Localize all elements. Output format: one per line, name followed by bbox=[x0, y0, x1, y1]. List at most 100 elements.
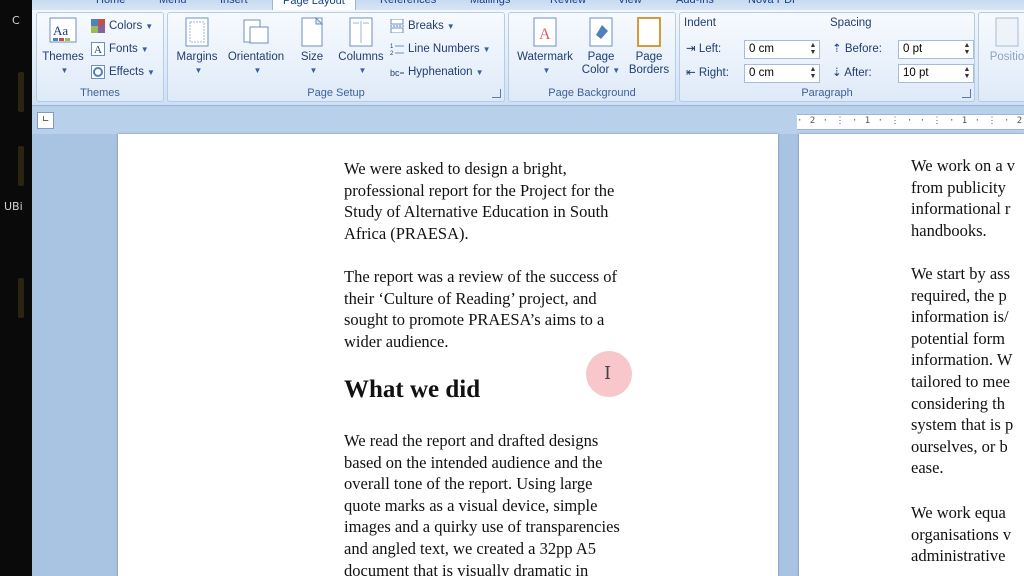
effects-button[interactable]: Effects ▼ bbox=[91, 63, 155, 81]
spacing-before-row: ⇡ Before: bbox=[832, 43, 882, 55]
watermark-icon: A bbox=[531, 17, 559, 49]
spinner-arrows-icon[interactable]: ▲ ▼ bbox=[809, 42, 817, 57]
arrange-group: Positio bbox=[978, 12, 1024, 102]
spacing-after-icon: ⇣ bbox=[832, 67, 842, 79]
paragraph-launcher-icon[interactable] bbox=[962, 89, 971, 98]
page-borders-icon bbox=[635, 17, 663, 49]
document-area: We were asked to design a bright, profes… bbox=[32, 134, 1024, 576]
themes-button-label: Themes bbox=[42, 51, 84, 63]
page-borders-button[interactable]: Page Borders bbox=[625, 17, 673, 77]
breaks-button[interactable]: Breaks ▼ bbox=[390, 17, 455, 35]
watermark-button[interactable]: A Watermark ▼ bbox=[513, 17, 577, 77]
paragraph[interactable]: We read the report and drafted designs b… bbox=[344, 430, 620, 576]
page-setup-group-title: Page Setup bbox=[307, 87, 365, 99]
paragraph[interactable]: The report was a review of the success o… bbox=[344, 266, 617, 352]
tab-menu[interactable]: Menu bbox=[159, 0, 187, 10]
fonts-icon: A bbox=[91, 41, 105, 56]
line-numbers-icon: 12 bbox=[390, 42, 404, 57]
page-color-icon bbox=[587, 17, 615, 49]
indent-right-icon: ⇤ bbox=[686, 67, 696, 79]
page-setup-group: Margins ▼ Orientation ▼ Size ▼ Columns ▼… bbox=[167, 12, 505, 102]
line-numbers-button[interactable]: 1 2 Line Numbers ▼ bbox=[390, 40, 491, 58]
tab-selector-button[interactable]: ∟ bbox=[37, 112, 54, 129]
spacing-before-icon: ⇡ bbox=[832, 43, 842, 55]
tab-add-ins[interactable]: Add-Ins bbox=[676, 0, 714, 10]
tab-nova-pdf[interactable]: Nova PDF bbox=[748, 0, 799, 10]
spacing-after-input[interactable]: 10 pt ▲ ▼ bbox=[898, 64, 974, 83]
themes-button[interactable]: Aa Themes ▼ bbox=[41, 17, 85, 77]
fonts-button[interactable]: A Fonts ▼ bbox=[91, 40, 149, 58]
paragraph-group: Indent Spacing ⇥ Left: 0 cm ▲ ▼ ⇤ Right: … bbox=[679, 12, 975, 102]
desktop-bar bbox=[18, 146, 24, 186]
tab-references[interactable]: References bbox=[380, 0, 436, 10]
size-button[interactable]: Size ▼ bbox=[292, 16, 332, 77]
columns-button[interactable]: Columns ▼ bbox=[334, 17, 388, 77]
chevron-down-icon: ▼ bbox=[542, 66, 551, 75]
word-window: Home Menu Insert Page Layout References … bbox=[32, 0, 1024, 576]
paragraph[interactable]: We work equa organisations v administrat… bbox=[911, 502, 1011, 567]
margins-icon bbox=[183, 17, 211, 49]
svg-text:A: A bbox=[539, 26, 551, 43]
chevron-down-icon: ▼ bbox=[140, 45, 149, 54]
desktop-label-mid: UBi bbox=[4, 200, 23, 213]
svg-text:2: 2 bbox=[390, 51, 394, 56]
themes-icon: Aa bbox=[49, 17, 77, 49]
paragraph[interactable]: We were asked to design a bright, profes… bbox=[344, 158, 614, 244]
chevron-down-icon: ▼ bbox=[358, 66, 367, 75]
chevron-down-icon: ▼ bbox=[482, 45, 491, 54]
page-setup-launcher-icon[interactable] bbox=[492, 89, 501, 98]
horizontal-ruler[interactable]: · 2 · ⋮ · 1 · ⋮ · · ⋮ · 1 · ⋮ · 2 · ⋮ bbox=[797, 114, 1024, 130]
page-size-icon bbox=[298, 16, 326, 49]
indent-right-input[interactable]: 0 cm ▲ ▼ bbox=[744, 64, 820, 83]
indent-left-row: ⇥ Left: bbox=[686, 43, 722, 55]
themes-group-title: Themes bbox=[80, 87, 120, 99]
colors-button[interactable]: Colors ▼ bbox=[91, 17, 153, 35]
breaks-icon bbox=[390, 18, 404, 34]
ruler-row: ∟ · 2 · ⋮ · 1 · ⋮ · · ⋮ · 1 · ⋮ · 2 · ⋮ bbox=[32, 106, 1024, 134]
chevron-down-icon: ▼ bbox=[146, 68, 155, 77]
chevron-down-icon: ▼ bbox=[145, 22, 154, 31]
hyphenation-button[interactable]: bc Hyphenation ▼ bbox=[390, 63, 484, 81]
page-background-group: A Watermark ▼ Page Color ▼ Page Borders P… bbox=[508, 12, 676, 102]
paragraph[interactable]: We work on a v from publicity informatio… bbox=[911, 155, 1015, 241]
svg-text:A: A bbox=[94, 44, 102, 56]
chevron-down-icon: ▼ bbox=[60, 66, 69, 75]
tab-insert[interactable]: Insert bbox=[220, 0, 248, 10]
desktop-label-top: C bbox=[12, 14, 20, 27]
indent-left-input[interactable]: 0 cm ▲ ▼ bbox=[744, 40, 820, 59]
tab-mailings[interactable]: Mailings bbox=[470, 0, 510, 10]
orientation-button[interactable]: Orientation ▼ bbox=[222, 17, 290, 77]
tab-view[interactable]: View bbox=[618, 0, 642, 10]
columns-icon bbox=[347, 17, 375, 49]
tab-home[interactable]: Home bbox=[96, 0, 125, 10]
section-heading[interactable]: What we did bbox=[344, 376, 480, 404]
chevron-down-icon: ▼ bbox=[612, 66, 621, 75]
desktop-bar bbox=[18, 72, 24, 112]
page-color-button[interactable]: Page Color ▼ bbox=[579, 17, 623, 77]
themes-group: Aa Themes ▼ Colors ▼ A Fonts ▼ Effects ▼ The… bbox=[36, 12, 164, 102]
chevron-down-icon: ▼ bbox=[446, 22, 455, 31]
svg-text:Aa: Aa bbox=[53, 23, 68, 38]
chevron-down-icon: ▼ bbox=[194, 66, 203, 75]
paragraph[interactable]: We start by ass required, the p informat… bbox=[911, 263, 1013, 479]
indent-right-row: ⇤ Right: bbox=[686, 67, 729, 79]
spinner-arrows-icon[interactable]: ▲ ▼ bbox=[963, 42, 971, 57]
position-button[interactable]: Positio bbox=[985, 17, 1024, 64]
spacing-label: Spacing bbox=[830, 17, 872, 29]
position-icon bbox=[993, 17, 1021, 49]
svg-text:bc: bc bbox=[390, 68, 400, 78]
desktop-bar bbox=[18, 278, 24, 318]
spacing-after-row: ⇣ After: bbox=[832, 67, 872, 79]
spinner-arrows-icon[interactable]: ▲ ▼ bbox=[809, 66, 817, 81]
ribbon: Aa Themes ▼ Colors ▼ A Fonts ▼ Effects ▼ The… bbox=[32, 10, 1024, 106]
indent-label: Indent bbox=[684, 17, 716, 29]
tab-review[interactable]: Review bbox=[550, 0, 586, 10]
ribbon-tabs: Home Menu Insert Page Layout References … bbox=[32, 0, 1024, 11]
spinner-arrows-icon[interactable]: ▲ ▼ bbox=[963, 66, 971, 81]
orientation-icon bbox=[242, 17, 270, 49]
document-page-next[interactable]: We work on a v from publicity informatio… bbox=[799, 134, 1024, 576]
document-page[interactable]: We were asked to design a bright, profes… bbox=[118, 134, 778, 576]
spacing-before-input[interactable]: 0 pt ▲ ▼ bbox=[898, 40, 974, 59]
margins-button[interactable]: Margins ▼ bbox=[172, 17, 222, 77]
chevron-down-icon: ▼ bbox=[475, 68, 484, 77]
